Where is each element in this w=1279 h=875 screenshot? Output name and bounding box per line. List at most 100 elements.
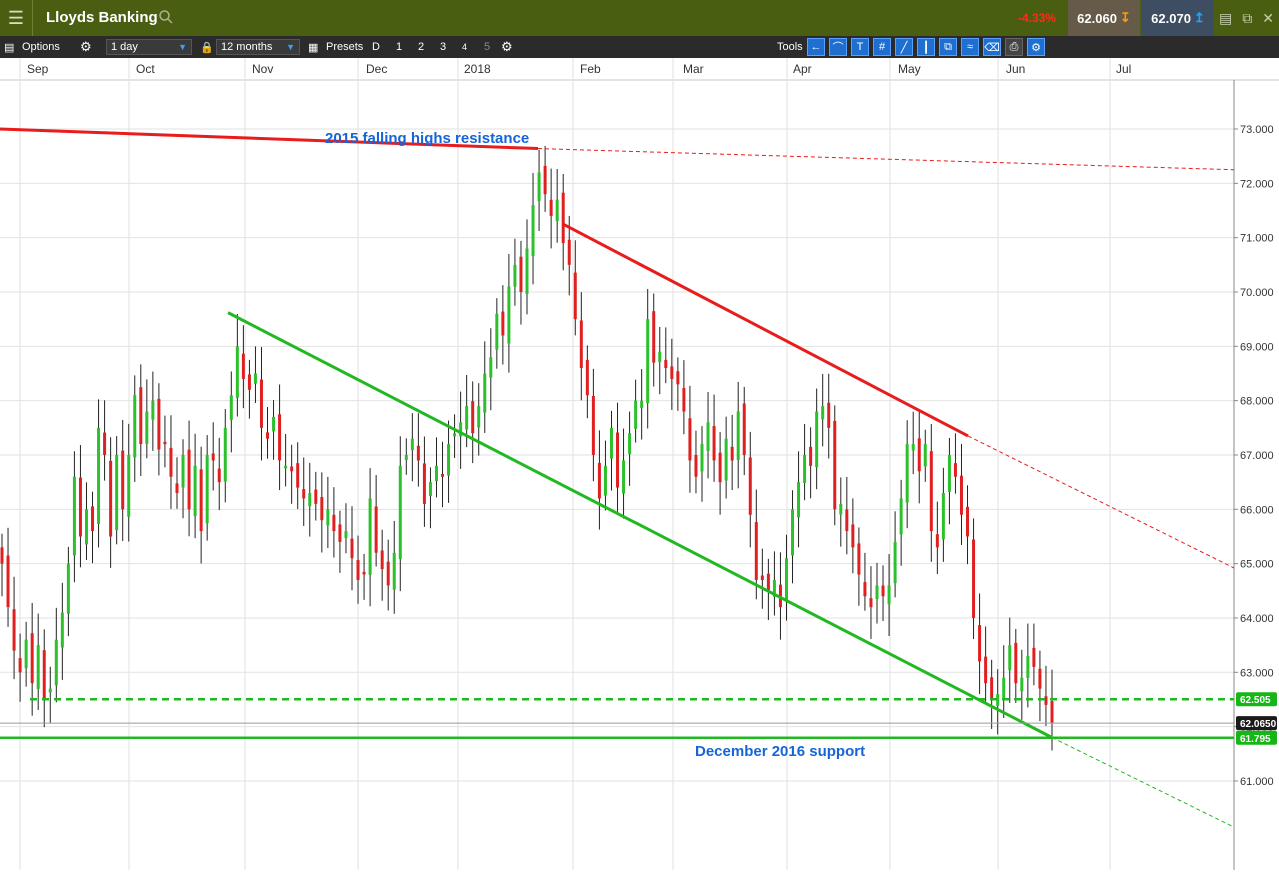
candle-body xyxy=(1002,677,1006,699)
candle-body xyxy=(760,575,764,580)
candle-body xyxy=(284,465,288,469)
y-tick-label: 68.000 xyxy=(1240,396,1274,408)
candle-body xyxy=(766,573,770,591)
close-icon[interactable]: ✕ xyxy=(1262,10,1274,27)
resistance-annotation: 2015 falling highs resistance xyxy=(325,130,529,147)
lock-icon[interactable]: 🔒 xyxy=(200,36,214,58)
candle-body xyxy=(953,463,957,477)
candle-body xyxy=(863,582,867,597)
preset-3-button[interactable]: 3 xyxy=(440,36,446,58)
candle-body xyxy=(380,550,384,570)
candle-body xyxy=(181,454,185,488)
preset-settings-gear-icon[interactable]: ⚙ xyxy=(501,36,513,58)
candle-body xyxy=(115,454,119,531)
candle-body xyxy=(18,658,22,673)
candle-body xyxy=(730,446,734,461)
candle-body xyxy=(911,444,915,451)
candle-body xyxy=(121,450,125,510)
candle-body xyxy=(628,433,632,455)
undo-arrow-icon[interactable]: ← xyxy=(807,38,825,56)
preset-2-button[interactable]: 2 xyxy=(418,36,424,58)
candle-body xyxy=(923,444,927,467)
preset-1-button[interactable]: 1 xyxy=(396,36,402,58)
x-tick-label: 2018 xyxy=(464,62,491,76)
candle-body xyxy=(567,239,571,265)
sell-price-button[interactable]: 62.060 ↧ xyxy=(1068,0,1140,36)
sell-price: 62.060 xyxy=(1077,10,1117,26)
candle-body xyxy=(622,460,626,494)
candle-body xyxy=(1008,645,1012,671)
candle-body xyxy=(935,534,939,548)
interval-select[interactable]: 1 day ▼ xyxy=(106,39,192,55)
candle-body xyxy=(1020,677,1024,692)
candle-body xyxy=(477,406,481,428)
options-icon[interactable]: ▤ xyxy=(4,36,14,58)
candle-body xyxy=(959,475,963,515)
eraser-tool-icon[interactable]: ⌫ xyxy=(983,38,1001,56)
text-tool-icon[interactable]: T xyxy=(851,38,869,56)
trendline-tool-icon[interactable]: ╱ xyxy=(895,38,913,56)
y-tick-label: 64.000 xyxy=(1240,613,1274,625)
calendar-icon[interactable]: ▦ xyxy=(308,36,318,58)
candle-body xyxy=(839,503,843,515)
candle-body xyxy=(869,598,873,608)
title-bar: ☰ Lloyds Banking -4.33% 62.060 ↧ 62.070 … xyxy=(0,0,1279,37)
candle-body xyxy=(199,469,203,532)
candle-body xyxy=(471,401,475,434)
candle-body xyxy=(205,454,209,524)
options-button[interactable]: Options xyxy=(22,36,60,58)
plot-background xyxy=(0,58,1279,870)
candle-body xyxy=(857,543,861,575)
candle-body xyxy=(833,420,837,510)
preset-5-button[interactable]: 5 xyxy=(484,36,490,58)
detach-icon[interactable]: ⧉ xyxy=(1242,10,1252,27)
candle-body xyxy=(223,427,227,482)
candle-body xyxy=(851,524,855,548)
candle-body xyxy=(585,359,589,396)
candle-body xyxy=(1038,668,1042,689)
candle-body xyxy=(984,656,988,684)
settings-gear-icon[interactable]: ⚙ xyxy=(80,36,92,58)
panel-icon[interactable]: ▤ xyxy=(1219,10,1232,27)
grid-tool-icon[interactable]: # xyxy=(873,38,891,56)
candle-body xyxy=(881,585,885,597)
candle-body xyxy=(97,427,101,524)
candle-body xyxy=(72,476,76,556)
candle-body xyxy=(428,482,432,496)
candle-tool-icon[interactable]: ┃ xyxy=(917,38,935,56)
candle-body xyxy=(48,688,52,693)
print-icon[interactable]: ⎙ xyxy=(1005,38,1023,56)
buy-price-button[interactable]: 62.070 ↥ xyxy=(1142,0,1214,36)
candle-body xyxy=(36,645,40,689)
price-chart[interactable]: Sep Oct Nov Dec 2018 Feb Mar Apr May Jun Jul 61.000… xyxy=(0,58,1279,870)
range-select[interactable]: 12 months ▼ xyxy=(216,39,300,55)
candle-body xyxy=(821,406,825,420)
hamburger-menu-icon[interactable]: ☰ xyxy=(0,0,33,36)
y-tick-label: 65.000 xyxy=(1240,559,1274,571)
chart-canvas[interactable]: Sep Oct Nov Dec 2018 Feb Mar Apr May Jun Jul 61.000… xyxy=(0,58,1279,870)
candle-body xyxy=(646,319,650,404)
layers-tool-icon[interactable]: ⧉ xyxy=(939,38,957,56)
candle-body xyxy=(827,402,831,428)
candle-body xyxy=(579,320,583,369)
chart-settings-icon[interactable]: ⚙ xyxy=(1027,38,1045,56)
search-icon[interactable] xyxy=(158,9,174,25)
buy-price: 62.070 xyxy=(1151,10,1191,26)
candle-body xyxy=(899,498,903,535)
candle-body xyxy=(356,560,360,580)
candle-body xyxy=(308,493,312,507)
candle-body xyxy=(266,432,270,439)
preset-d-button[interactable]: D xyxy=(372,36,380,58)
preset-4-button[interactable]: 4 xyxy=(462,36,467,58)
candle-body xyxy=(60,612,64,648)
fibonacci-tool-icon[interactable]: ≈ xyxy=(961,38,979,56)
candle-body xyxy=(362,571,366,575)
curve-tool-icon[interactable]: ⌒ xyxy=(829,38,847,56)
candle-body xyxy=(133,395,137,458)
candle-body xyxy=(483,373,487,413)
candle-body xyxy=(175,483,179,494)
candle-body xyxy=(591,395,595,455)
candle-body xyxy=(344,531,348,539)
candle-body xyxy=(296,463,300,488)
candle-body xyxy=(392,552,396,590)
